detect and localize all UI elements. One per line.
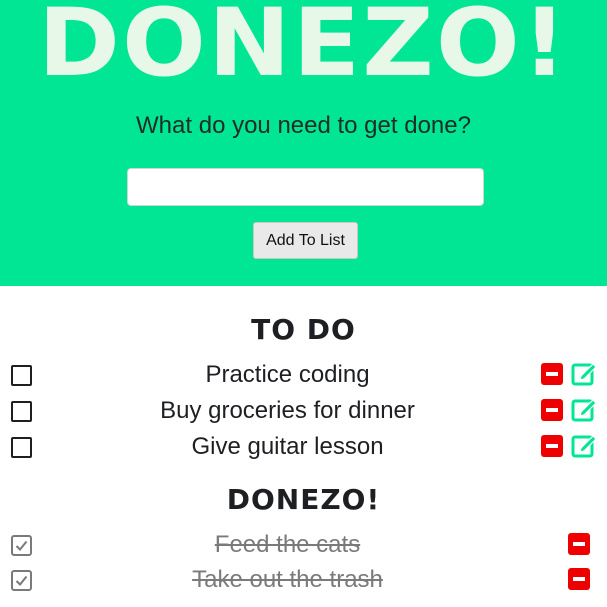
todo-checkbox[interactable] (11, 437, 32, 458)
checkmark-icon (15, 540, 28, 551)
done-heading: DONEZO! (226, 483, 381, 516)
todo-item-label: Practice coding (205, 361, 370, 388)
done-item: Take out the trash (0, 563, 607, 597)
todo-item-label: Give guitar lesson (191, 433, 384, 460)
done-checkbox[interactable] (11, 535, 32, 556)
done-item-label: Feed the cats (214, 531, 361, 558)
todo-heading: TO DO (251, 313, 356, 346)
todo-checkbox[interactable] (11, 365, 32, 386)
todo-item-label: Buy groceries for dinner (160, 397, 415, 424)
task-prompt: What do you need to get done? (136, 112, 471, 139)
delete-icon[interactable] (568, 568, 590, 590)
done-checkbox[interactable] (11, 570, 32, 591)
delete-icon[interactable] (541, 363, 563, 385)
header-banner: DONEZO! What do you need to get done? Ad… (0, 0, 607, 286)
todo-checkbox[interactable] (11, 401, 32, 422)
todo-item: Give guitar lesson (0, 430, 607, 464)
app-title: DONEZO! (37, 0, 570, 98)
todo-item: Buy groceries for dinner (0, 394, 607, 428)
delete-icon[interactable] (568, 533, 590, 555)
delete-icon[interactable] (541, 399, 563, 421)
checkmark-icon (15, 575, 28, 586)
delete-icon[interactable] (541, 435, 563, 457)
task-input[interactable] (127, 168, 484, 206)
edit-icon[interactable] (571, 360, 599, 386)
add-to-list-button[interactable]: Add To List (253, 222, 358, 259)
edit-icon[interactable] (571, 432, 599, 458)
done-item-label: Take out the trash (192, 566, 383, 593)
done-item: Feed the cats (0, 528, 607, 562)
edit-icon[interactable] (571, 396, 599, 422)
todo-item: Practice coding (0, 358, 607, 392)
